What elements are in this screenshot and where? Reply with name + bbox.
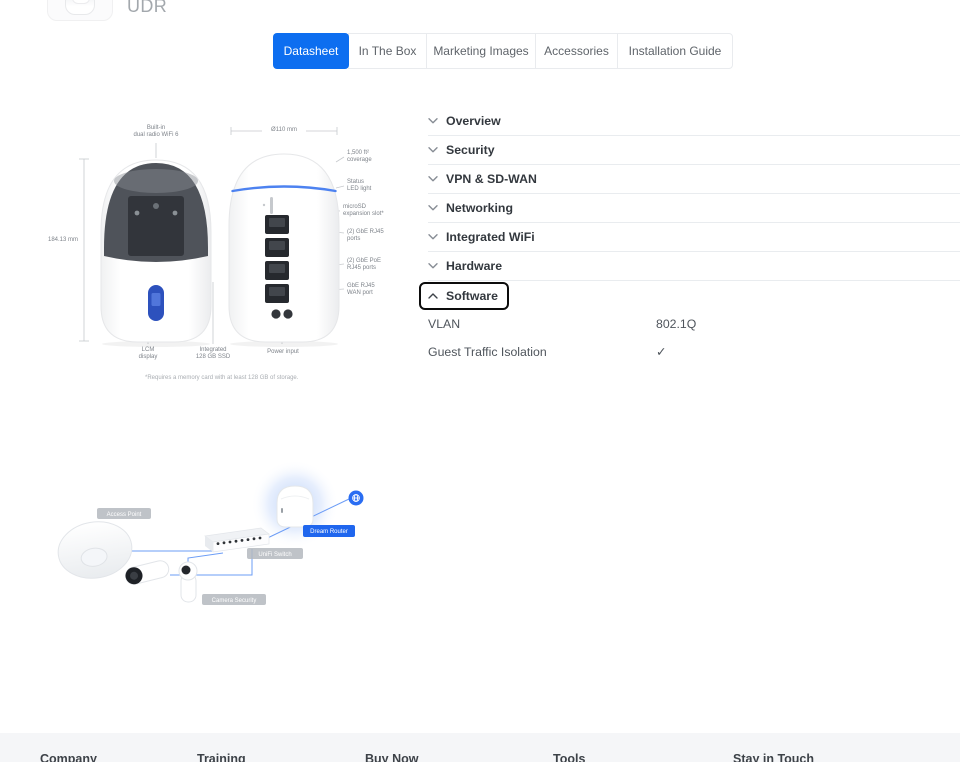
diagram-label-power: Power input bbox=[267, 349, 299, 355]
accordion-section-vpn-sdwan[interactable]: VPN & SD-WAN bbox=[428, 165, 960, 194]
chevron-down-icon bbox=[428, 118, 438, 124]
router-rear-view bbox=[228, 153, 340, 343]
tab-accessories[interactable]: Accessories bbox=[535, 33, 618, 69]
diagram-label-gbe-ports: (2) GbE RJ45 ports bbox=[347, 229, 384, 242]
label-switch: UniFi Switch bbox=[258, 552, 291, 558]
accordion-section-label: Hardware bbox=[446, 259, 503, 273]
diagram-label-coverage: 1,500 ft² coverage bbox=[347, 150, 372, 163]
bullet-camera-device bbox=[125, 560, 170, 585]
accordion-section-overview[interactable]: Overview bbox=[428, 107, 960, 136]
microsd-slot bbox=[270, 197, 273, 214]
spec-row-vlan: VLAN 802.1Q bbox=[428, 310, 960, 338]
chevron-down-icon bbox=[428, 263, 438, 269]
tab-datasheet[interactable]: Datasheet bbox=[273, 33, 349, 69]
diagram-label-microsd: microSD expansion slot* bbox=[343, 204, 384, 217]
chevron-down-icon bbox=[428, 205, 438, 211]
access-point-device bbox=[57, 521, 133, 579]
diagram-label-wan-port: GbE RJ45 WAN port bbox=[347, 283, 375, 296]
accordion-section-label: Security bbox=[446, 143, 495, 157]
spec-accordion: Overview Security VPN & SD-WAN Networkin… bbox=[419, 107, 960, 366]
accordion-section-label: VPN & SD-WAN bbox=[446, 172, 537, 186]
globe-icon bbox=[348, 490, 364, 506]
dream-router-device bbox=[276, 485, 314, 528]
chevron-down-icon bbox=[428, 234, 438, 240]
spec-label: VLAN bbox=[428, 317, 461, 331]
footer-heading-buy-now: Buy Now bbox=[365, 752, 419, 762]
accordion-section-label: Networking bbox=[446, 201, 513, 215]
footer: Company Training Buy Now Tools Stay in T… bbox=[0, 733, 960, 762]
label-camera-security: Camera Security bbox=[212, 598, 257, 604]
diagram-label-ssd: Integrated 128 GB SSD bbox=[195, 347, 231, 360]
tab-bar: Datasheet In The Box Marketing Images Ac… bbox=[273, 33, 733, 69]
accordion-section-label: Software bbox=[446, 288, 498, 303]
chevron-down-icon bbox=[428, 147, 438, 153]
product-page: UDR Datasheet In The Box Marketing Image… bbox=[0, 0, 960, 762]
product-thumbnail-image bbox=[65, 0, 95, 15]
power-port bbox=[271, 309, 281, 319]
chevron-up-icon bbox=[428, 292, 438, 299]
checkmark-icon: ✓ bbox=[656, 345, 667, 359]
diagram-label-poe-ports: (2) GbE PoE RJ45 ports bbox=[347, 258, 382, 271]
diagram-label-lcm: LCM display bbox=[138, 347, 158, 360]
page-title: UDR bbox=[127, 0, 168, 16]
footer-heading-stay-in-touch: Stay in Touch bbox=[733, 752, 815, 762]
accordion-section-label: Overview bbox=[446, 114, 501, 128]
footer-heading-tools: Tools bbox=[553, 752, 586, 762]
diagram-label-height: 184.13 mm bbox=[46, 237, 80, 244]
diagram-label-builtin-wifi: Built-in dual radio WiFi 6 bbox=[133, 125, 179, 138]
footer-heading-company: Company bbox=[40, 752, 97, 762]
network-topology-diagram: Access Point UniFi Switch Dream Router C… bbox=[57, 460, 364, 605]
diagram-label-diameter: Ø110 mm bbox=[262, 127, 306, 134]
accordion-section-networking[interactable]: Networking bbox=[428, 194, 960, 223]
product-thumbnail[interactable] bbox=[47, 0, 113, 21]
accordion-section-hardware[interactable]: Hardware bbox=[428, 252, 960, 281]
footer-heading-training: Training bbox=[197, 752, 246, 762]
label-dream-router: Dream Router bbox=[310, 529, 348, 535]
diagram-footnote: *Requires a memory card with at least 12… bbox=[145, 375, 299, 381]
chevron-down-icon bbox=[428, 176, 438, 182]
spec-value: 802.1Q bbox=[656, 317, 697, 331]
accordion-section-integrated-wifi[interactable]: Integrated WiFi bbox=[428, 223, 960, 252]
accordion-section-label: Integrated WiFi bbox=[446, 230, 535, 244]
label-access-point: Access Point bbox=[107, 512, 142, 518]
compact-camera-device bbox=[178, 561, 198, 603]
spec-row-guest-traffic-isolation: Guest Traffic Isolation ✓ bbox=[428, 338, 960, 366]
tab-installation-guide[interactable]: Installation Guide bbox=[617, 33, 733, 69]
diagram-label-status-led: Status LED light bbox=[347, 179, 372, 192]
tab-in-the-box[interactable]: In The Box bbox=[348, 33, 427, 69]
tab-marketing-images[interactable]: Marketing Images bbox=[426, 33, 536, 69]
accordion-section-software[interactable]: Software bbox=[419, 281, 509, 310]
accordion-section-security[interactable]: Security bbox=[428, 136, 960, 165]
spec-label: Guest Traffic Isolation bbox=[428, 345, 547, 359]
router-front-cutaway-view bbox=[100, 159, 212, 343]
